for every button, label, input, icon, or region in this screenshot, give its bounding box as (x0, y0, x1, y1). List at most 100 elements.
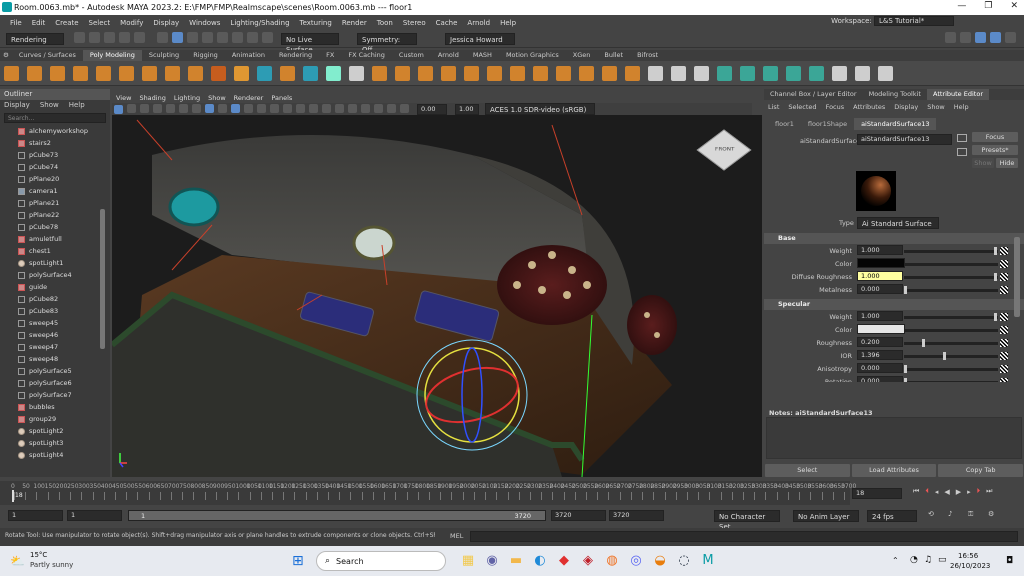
shelf-tool-21-icon[interactable] (464, 65, 479, 81)
range-slider[interactable]: 1 3720 (128, 510, 546, 521)
snap-grid-icon[interactable] (202, 32, 213, 43)
ae-menu-list[interactable]: List (768, 103, 779, 111)
ae-copy-tab-button[interactable]: Copy Tab (938, 463, 1024, 477)
viewport-menu-shading[interactable]: Shading (139, 94, 165, 102)
maya-taskbar-icon[interactable]: M (700, 553, 716, 569)
shelf-tool-30-icon[interactable] (671, 65, 686, 81)
maximize-button[interactable]: ❐ (984, 1, 992, 11)
go-to-end-icon[interactable]: ⏭ (986, 487, 992, 496)
menuset-dropdown[interactable]: Rendering (6, 32, 64, 45)
tray-chevron-icon[interactable]: ⌃ (892, 556, 899, 565)
colorspace-dropdown[interactable]: ACES 1.0 SDR-video (sRGB) (485, 103, 595, 115)
node-tab-aistandardsurface13[interactable]: aiStandardSurface13 (854, 118, 937, 130)
outliner-item[interactable]: polySurface5 (0, 365, 110, 377)
fps-dropdown[interactable]: 24 fps (867, 510, 917, 522)
mcafee-icon[interactable]: ◈ (580, 553, 596, 569)
open-scene-icon[interactable] (89, 32, 100, 43)
shelf-tab-bifrost[interactable]: Bifrost (630, 50, 665, 61)
workspace-selector[interactable]: Workspace: L&S Tutorial* (831, 16, 954, 26)
attr-value-rotation[interactable]: 0.000 (857, 376, 903, 382)
toggle-attribute-editor-icon[interactable] (975, 32, 986, 43)
viewport-menu-lighting[interactable]: Lighting (174, 94, 200, 102)
viewport-tool-4-icon[interactable] (166, 103, 175, 113)
outliner-item[interactable]: pPlane21 (0, 197, 110, 209)
slider-knob[interactable] (904, 365, 907, 373)
attr-value-weight[interactable]: 1.000 (857, 245, 903, 255)
viewport-tool-21-icon[interactable] (387, 103, 396, 113)
map-button-icon[interactable] (1000, 326, 1008, 334)
shelf-tool-11-icon[interactable] (234, 65, 249, 81)
viewport-tool-10-icon[interactable] (244, 103, 253, 113)
slider-knob[interactable] (994, 313, 997, 321)
viewport-menu-renderer[interactable]: Renderer (234, 94, 264, 102)
map-button-icon[interactable] (1000, 339, 1008, 347)
menu-create[interactable]: Create (55, 19, 78, 27)
notification-icon[interactable]: ◘ (1006, 556, 1013, 566)
ae-load-attributes-button[interactable]: Load Attributes (851, 463, 937, 477)
outliner-item[interactable]: pPlane22 (0, 209, 110, 221)
viewport-tool-16-icon[interactable] (322, 103, 331, 113)
map-button-icon[interactable] (1000, 352, 1008, 360)
shelf-tab-custom[interactable]: Custom (392, 50, 431, 61)
clock-time[interactable]: 16:56 (958, 552, 978, 560)
symmetry-dropdown[interactable]: Symmetry: Off (357, 32, 417, 54)
viewport-tool-7-icon[interactable] (205, 103, 214, 113)
attr-slider-metalness[interactable] (904, 286, 998, 294)
ae-menu-selected[interactable]: Selected (788, 103, 816, 111)
step-forward-key-icon[interactable]: ⏵ (977, 487, 981, 496)
viewport-tool-1-icon[interactable] (127, 103, 136, 113)
outliner-scrollbar[interactable] (100, 209, 105, 349)
shelf-tool-1-icon[interactable] (4, 65, 19, 81)
outliner-item[interactable]: pCube83 (0, 305, 110, 317)
viewport-menu-show[interactable]: Show (208, 94, 226, 102)
folder-icon[interactable]: ▬ (508, 553, 524, 569)
map-button-icon[interactable] (1000, 273, 1008, 281)
focus-button[interactable]: Focus (972, 132, 1018, 142)
map-button-icon[interactable] (1000, 365, 1008, 373)
outliner-item[interactable]: polySurface7 (0, 389, 110, 401)
weather-icon[interactable]: ⛅ (10, 554, 25, 568)
attr-slider-weight[interactable] (904, 313, 998, 321)
type-dropdown[interactable]: Ai Standard Surface (857, 217, 939, 229)
loop-icon[interactable]: ⟲ (928, 510, 934, 518)
shelf-tool-10-icon[interactable] (211, 65, 226, 81)
viewport-tool-3-icon[interactable] (153, 103, 162, 113)
ae-menu-attributes[interactable]: Attributes (853, 103, 885, 111)
outliner-item[interactable]: sweep48 (0, 353, 110, 365)
outliner-item[interactable]: stairs2 (0, 137, 110, 149)
material-swatch[interactable] (856, 171, 896, 211)
shelf-tool-13-icon[interactable] (280, 65, 295, 81)
outliner-item[interactable]: chest1 (0, 245, 110, 257)
shelf-tool-9-icon[interactable] (188, 65, 203, 81)
menu-file[interactable]: File (10, 19, 22, 27)
shelf-tool-26-icon[interactable] (579, 65, 594, 81)
firefox-icon[interactable]: ◍ (604, 553, 620, 569)
clock-date[interactable]: 26/10/2023 (950, 562, 990, 570)
viewport-tool-11-icon[interactable] (257, 103, 266, 113)
shelf-tool-17-icon[interactable] (372, 65, 387, 81)
exposure-field[interactable]: 0.00 (417, 103, 447, 115)
start-time-field[interactable]: 1 (8, 510, 63, 521)
battery-icon[interactable]: ▭ (938, 555, 947, 565)
shelf-tab-mash[interactable]: MASH (466, 50, 499, 61)
redo-icon[interactable] (134, 32, 145, 43)
shelf-tool-24-icon[interactable] (533, 65, 548, 81)
shelf-tool-12-icon[interactable] (257, 65, 272, 81)
snap-surface-icon[interactable] (262, 32, 273, 43)
toggle-modeling-toolkit-icon[interactable] (945, 32, 956, 43)
shelf-tool-31-icon[interactable] (694, 65, 709, 81)
select-hierarchy-icon[interactable] (157, 32, 168, 43)
shelf-tool-22-icon[interactable] (487, 65, 502, 81)
base-section-header[interactable]: Base (764, 233, 1024, 244)
menu-windows[interactable]: Windows (189, 19, 220, 27)
workspace-dropdown[interactable]: L&S Tutorial* (874, 16, 954, 26)
shelf-tool-8-icon[interactable] (165, 65, 180, 81)
viewport-tool-12-icon[interactable] (270, 103, 279, 113)
shelf-tool-28-icon[interactable] (625, 65, 640, 81)
outliner-item[interactable]: spotLight2 (0, 425, 110, 437)
snap-view-icon[interactable] (247, 32, 258, 43)
viewport-tool-17-icon[interactable] (335, 103, 344, 113)
node-output-icon[interactable] (957, 148, 967, 156)
shelf-tab-motion-graphics[interactable]: Motion Graphics (499, 50, 566, 61)
ae-menu-focus[interactable]: Focus (826, 103, 845, 111)
